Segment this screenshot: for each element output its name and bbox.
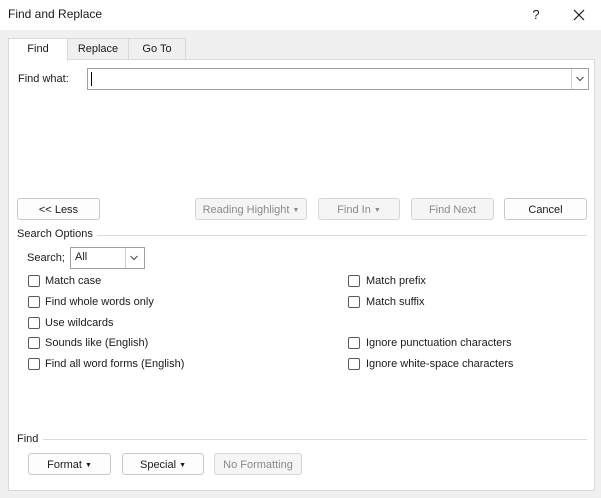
special-button-label: Special [139, 459, 177, 471]
find-next-button[interactable]: Find Next [411, 198, 494, 220]
find-section-divider [43, 439, 587, 440]
search-direction-dropdown[interactable] [125, 248, 144, 268]
text-cursor [91, 72, 92, 86]
cancel-button-label: Cancel [528, 204, 563, 216]
chevron-down-icon [130, 255, 138, 261]
reading-highlight-button[interactable]: Reading Highlight ▼ [195, 198, 307, 220]
word-forms-label: Find all word forms (English) [45, 358, 185, 370]
find-in-label: Find In [337, 204, 371, 216]
find-section-heading: Find [17, 433, 39, 445]
window-title: Find and Replace [8, 7, 103, 21]
tab-replace[interactable]: Replace [67, 38, 129, 59]
title-bar: Find and Replace ? [0, 0, 601, 30]
tab-goto[interactable]: Go To [128, 38, 186, 59]
dropdown-arrow-icon: ▼ [84, 462, 92, 469]
find-next-label: Find Next [428, 204, 477, 216]
search-direction-select[interactable]: All [70, 247, 145, 269]
ignore-punctuation-label: Ignore punctuation characters [366, 337, 512, 349]
search-direction-value: All [75, 251, 88, 263]
help-button[interactable]: ? [525, 4, 547, 26]
match-case-checkbox[interactable] [28, 275, 40, 287]
match-suffix-label: Match suffix [366, 296, 425, 308]
match-suffix-checkbox[interactable] [348, 296, 360, 308]
sounds-like-label: Sounds like (English) [45, 337, 149, 349]
dialog-body: Find Replace Go To Find what: << Less Re… [0, 30, 601, 498]
reading-highlight-label: Reading Highlight [202, 204, 290, 216]
find-what-input[interactable] [87, 68, 589, 90]
tab-find-label: Find [27, 43, 49, 55]
match-prefix-label: Match prefix [366, 275, 426, 287]
chevron-down-icon [576, 76, 584, 82]
word-forms-checkbox[interactable] [28, 358, 40, 370]
whole-words-label: Find whole words only [45, 296, 154, 308]
close-icon [573, 9, 585, 21]
tab-find[interactable]: Find [8, 38, 68, 61]
special-button[interactable]: Special ▼ [122, 453, 204, 475]
find-what-dropdown[interactable] [571, 69, 588, 89]
search-options-divider [97, 235, 587, 236]
no-formatting-button[interactable]: No Formatting [214, 453, 302, 475]
match-case-label: Match case [45, 275, 102, 287]
close-button[interactable] [566, 3, 592, 27]
find-panel: Find what: << Less Reading Highlight ▼ Fi… [8, 59, 595, 491]
find-what-label: Find what: [18, 73, 69, 85]
ignore-whitespace-label: Ignore white-space characters [366, 358, 514, 370]
sounds-like-checkbox[interactable] [28, 337, 40, 349]
whole-words-checkbox[interactable] [28, 296, 40, 308]
dropdown-arrow-icon: ▼ [292, 207, 300, 214]
search-direction-label: Search; [27, 252, 65, 264]
find-in-button[interactable]: Find In ▼ [318, 198, 400, 220]
wildcards-checkbox[interactable] [28, 317, 40, 329]
cancel-button[interactable]: Cancel [504, 198, 587, 220]
format-button-label: Format [47, 459, 82, 471]
less-button[interactable]: << Less [17, 198, 100, 220]
ignore-whitespace-checkbox[interactable] [348, 358, 360, 370]
dropdown-arrow-icon: ▼ [179, 462, 186, 469]
tab-goto-label: Go To [142, 43, 172, 55]
format-button[interactable]: Format ▼ [28, 453, 111, 475]
ignore-punctuation-checkbox[interactable] [348, 337, 360, 349]
search-options-heading: Search Options [17, 228, 93, 240]
tab-replace-label: Replace [77, 43, 119, 55]
no-formatting-label: No Formatting [223, 459, 293, 471]
match-prefix-checkbox[interactable] [348, 275, 360, 287]
dropdown-arrow-icon: ▼ [373, 207, 381, 214]
wildcards-label: Use wildcards [45, 317, 114, 329]
less-button-label: << Less [38, 204, 79, 216]
